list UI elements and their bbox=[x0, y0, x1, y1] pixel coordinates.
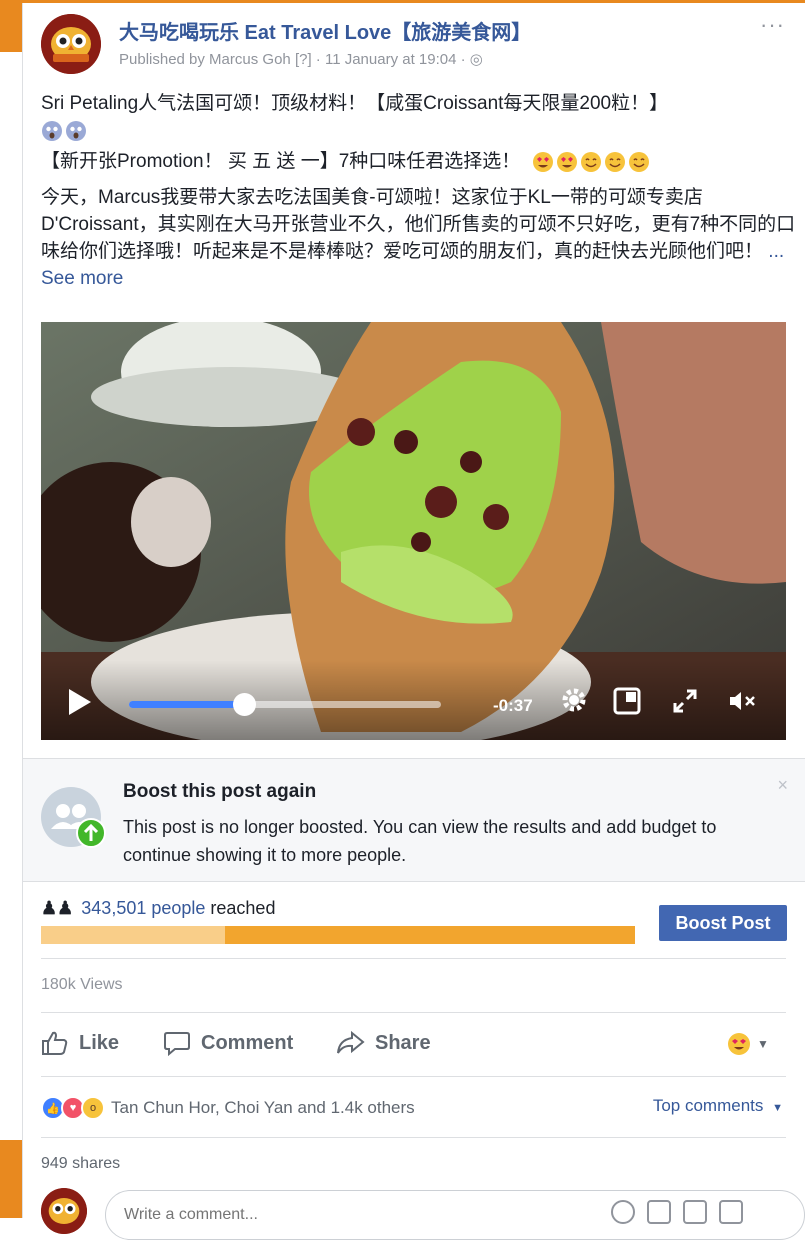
boost-description: This post is no longer boosted. You can … bbox=[123, 817, 717, 865]
play-icon[interactable] bbox=[69, 689, 91, 715]
post-body: 今天，Marcus我要带大家去吃法国美食-可颂啦！这家位于KL一带的可颂专卖店D… bbox=[41, 187, 796, 262]
settings-gear-icon[interactable] bbox=[559, 685, 589, 720]
background-orange-top bbox=[0, 0, 22, 52]
fullscreen-icon[interactable] bbox=[671, 687, 699, 720]
scream-emoji-icon bbox=[42, 121, 62, 141]
reactions-summary[interactable]: 👍 ♥ o Tan Chun Hor, Choi Yan and 1.4k ot… bbox=[41, 1096, 415, 1120]
emoji-row-2 bbox=[532, 151, 650, 173]
share-button[interactable]: Share bbox=[335, 1030, 431, 1056]
picture-in-picture-icon[interactable] bbox=[613, 687, 641, 720]
top-accent-line bbox=[22, 0, 805, 3]
divider bbox=[41, 1012, 786, 1013]
video-progress-fill bbox=[129, 701, 245, 708]
thumbs-up-icon bbox=[42, 1031, 68, 1055]
share-arrow-icon bbox=[337, 1030, 365, 1054]
heart-eyes-emoji-icon bbox=[556, 151, 577, 172]
camera-icon[interactable] bbox=[647, 1200, 671, 1224]
divider bbox=[41, 1076, 786, 1077]
like-button[interactable]: Like bbox=[41, 1030, 119, 1056]
sticker-icon[interactable] bbox=[719, 1200, 743, 1224]
reach-summary: ♟♟ 343,501 people reached bbox=[41, 898, 275, 919]
post-card: 大马吃喝玩乐 Eat Travel Love【旅游美食网】 Published … bbox=[22, 0, 805, 1240]
comment-label: Comment bbox=[201, 1031, 294, 1054]
video-player[interactable]: -0:37 bbox=[41, 322, 786, 740]
mute-volume-icon[interactable] bbox=[727, 687, 759, 720]
meta-separator: · bbox=[460, 51, 470, 68]
boost-title: Boost this post again bbox=[123, 781, 317, 802]
globe-icon: ◎ bbox=[469, 51, 483, 68]
people-icon: ♟♟ bbox=[41, 898, 74, 918]
promotion-text: 【新开张Promotion！ 买 五 送 一】7种口味任君选择选！ bbox=[41, 151, 521, 172]
published-by[interactable]: Published by Marcus Goh bbox=[119, 51, 291, 68]
scream-emoji-icon bbox=[66, 121, 86, 141]
post-meta: Published by Marcus Goh [?] · 11 January… bbox=[119, 50, 483, 68]
heart-eyes-emoji-icon bbox=[532, 151, 553, 172]
caret-down-icon: ▼ bbox=[757, 1037, 769, 1051]
post-line-1: Sri Petaling人气法国可颂！顶级材料！【咸蛋Croissant每天限量… bbox=[41, 93, 669, 114]
commenter-avatar bbox=[41, 1188, 87, 1234]
reach-bar bbox=[41, 926, 635, 944]
time-remaining: -0:37 bbox=[493, 696, 533, 715]
shares-count[interactable]: 949 shares bbox=[41, 1155, 120, 1173]
page-avatar[interactable] bbox=[41, 14, 101, 74]
reaction-picker[interactable]: ▼ bbox=[727, 1032, 769, 1056]
reach-bar-fill bbox=[41, 926, 226, 944]
like-label: Like bbox=[79, 1031, 120, 1054]
post-line-3: 【新开张Promotion！ 买 五 送 一】7种口味任君选择选！ bbox=[41, 148, 801, 175]
comment-button[interactable]: Comment bbox=[163, 1030, 293, 1056]
reaction-names[interactable]: Tan Chun Hor, Choi Yan and 1.4k others bbox=[111, 1098, 415, 1118]
comment-bubble-icon bbox=[164, 1032, 190, 1056]
boost-notice: Boost this post again This post is no lo… bbox=[23, 758, 805, 882]
reach-count-link[interactable]: 343,501 people bbox=[81, 898, 205, 918]
more-options-button[interactable]: ··· bbox=[760, 12, 785, 38]
smile-emoji-icon bbox=[604, 151, 625, 172]
smile-emoji-icon bbox=[628, 151, 649, 172]
boost-post-button[interactable]: Boost Post bbox=[659, 905, 787, 941]
info-marker[interactable]: [?] bbox=[295, 51, 312, 68]
wow-reaction-icon: o bbox=[81, 1096, 105, 1120]
background-orange-bottom bbox=[0, 1140, 22, 1218]
reach-suffix: reached bbox=[205, 898, 276, 918]
views-count: 180k Views bbox=[41, 976, 123, 993]
close-icon[interactable]: × bbox=[777, 775, 788, 796]
top-comments-label: Top comments bbox=[652, 1096, 764, 1115]
boost-people-icon bbox=[39, 785, 107, 856]
divider bbox=[41, 1137, 786, 1138]
video-progress-bar[interactable] bbox=[129, 693, 441, 716]
gif-icon[interactable] bbox=[683, 1200, 707, 1224]
caret-down-icon: ▼ bbox=[772, 1102, 783, 1114]
emoji-row-1 bbox=[41, 120, 87, 142]
heart-eyes-avatar-icon bbox=[728, 1033, 750, 1055]
post-paragraph: 今天，Marcus我要带大家去吃法国美食-可颂啦！这家位于KL一带的可颂专卖店D… bbox=[41, 184, 801, 292]
emoji-picker-icon[interactable] bbox=[611, 1200, 635, 1224]
top-comments-dropdown[interactable]: Top comments ▼ bbox=[653, 1096, 783, 1116]
smile-emoji-icon bbox=[580, 151, 601, 172]
share-label: Share bbox=[375, 1031, 431, 1054]
meta-separator: · bbox=[315, 51, 325, 68]
page-name-link[interactable]: 大马吃喝玩乐 Eat Travel Love【旅游美食网】 bbox=[119, 16, 531, 45]
post-date[interactable]: 11 January at 19:04 bbox=[325, 51, 456, 68]
divider bbox=[41, 958, 786, 959]
